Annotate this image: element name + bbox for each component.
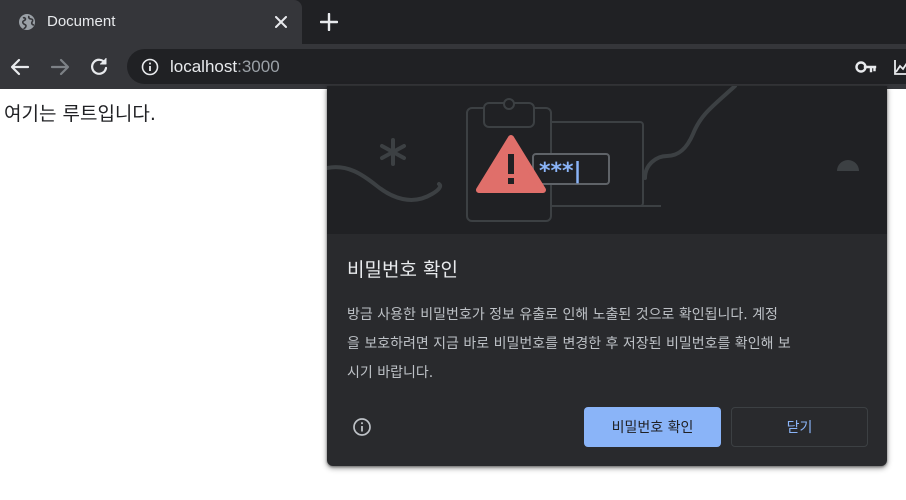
browser-toolbar: localhost:3000 bbox=[0, 44, 906, 89]
dialog-body: 방금 사용한 비밀번호가 정보 유출로 인해 노출된 것으로 확인됩니다. 계정… bbox=[347, 301, 867, 388]
info-circle-icon[interactable] bbox=[352, 417, 372, 437]
tab-title: Document bbox=[47, 13, 116, 30]
chart-icon[interactable] bbox=[893, 56, 906, 78]
tab-document[interactable]: Document bbox=[0, 0, 302, 44]
arrow-right-icon[interactable] bbox=[49, 56, 71, 78]
plus-icon[interactable] bbox=[318, 11, 340, 33]
close-button[interactable]: 닫기 bbox=[731, 407, 868, 447]
info-icon[interactable] bbox=[141, 58, 159, 76]
reload-icon[interactable] bbox=[88, 56, 110, 78]
dialog-body-line: 방금 사용한 비밀번호가 정보 유출로 인해 노출된 것으로 확인됩니다. 계정 bbox=[347, 307, 778, 323]
page-text: 여기는 루트입니다. bbox=[4, 103, 156, 125]
globe-icon bbox=[19, 14, 35, 30]
password-leak-illustration: ***| bbox=[327, 86, 887, 234]
dialog-title: 비밀번호 확인 bbox=[347, 259, 458, 281]
check-passwords-button[interactable]: 비밀번호 확인 bbox=[584, 407, 721, 447]
close-icon[interactable] bbox=[272, 13, 290, 31]
password-leak-dialog: ***| 비밀번호 확인 방금 사용한 비밀번호가 정보 유출로 인해 노출된 … bbox=[327, 86, 887, 466]
address-bar[interactable]: localhost:3000 bbox=[127, 49, 906, 84]
tab-strip: Document bbox=[0, 0, 906, 44]
dialog-body-line: 을 보호하려면 지금 바로 비밀번호를 변경한 후 저장된 비밀번호를 확인해 … bbox=[347, 336, 791, 352]
url-port: :3000 bbox=[237, 57, 280, 76]
illustration-password-text: ***| bbox=[539, 159, 582, 184]
dialog-body-line: 시기 바랍니다. bbox=[347, 365, 434, 381]
key-icon[interactable] bbox=[855, 56, 877, 78]
url-text: localhost:3000 bbox=[170, 57, 280, 76]
url-host: localhost bbox=[170, 57, 238, 76]
arrow-left-icon[interactable] bbox=[9, 56, 31, 78]
